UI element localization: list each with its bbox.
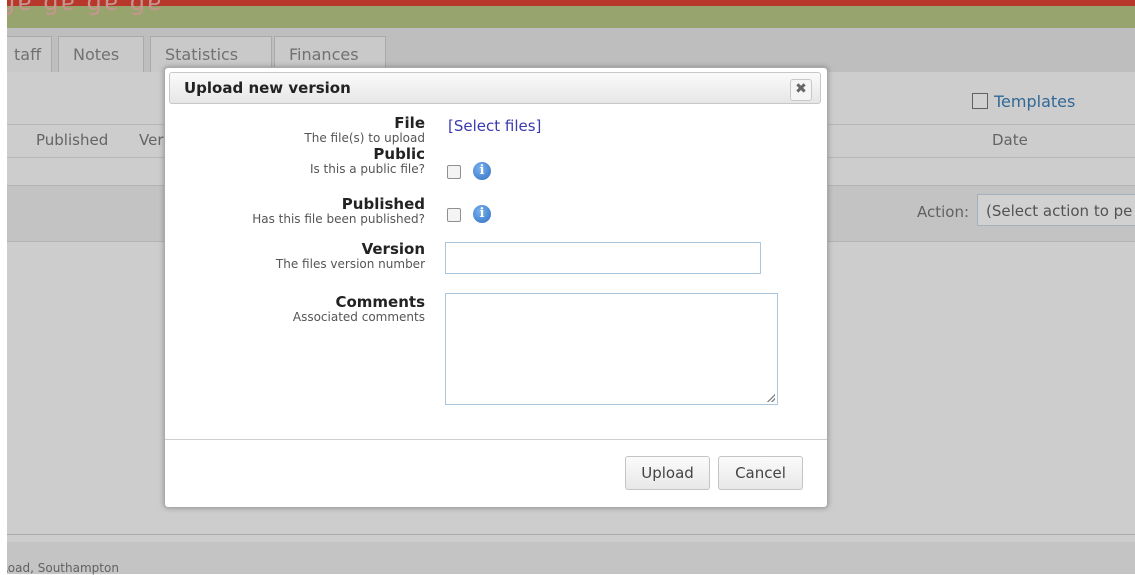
public-checkbox[interactable] — [447, 165, 461, 179]
published-label: Published Has this file been published? — [252, 196, 425, 226]
comments-label-hint: Associated comments — [292, 310, 425, 324]
version-label: Version The files version number — [276, 241, 425, 271]
published-label-hint: Has this file been published? — [252, 212, 425, 226]
public-label-hint: Is this a public file? — [309, 162, 425, 176]
upload-dialog: Upload new version ✖ File The file(s) to… — [164, 67, 828, 508]
public-label: Public Is this a public file? — [310, 146, 425, 176]
published-checkbox[interactable] — [447, 208, 461, 222]
cancel-button[interactable]: Cancel — [718, 456, 803, 490]
public-label-title: Public — [373, 145, 425, 163]
comments-label: Comments Associated comments — [293, 294, 425, 324]
file-label-hint: The file(s) to upload — [304, 131, 425, 145]
comments-label-title: Comments — [335, 293, 425, 311]
select-files-link[interactable]: [Select files] — [448, 117, 541, 135]
file-label-title: File — [394, 114, 425, 132]
published-info-icon[interactable]: i — [473, 205, 491, 223]
version-label-title: Version — [361, 240, 425, 258]
dialog-title: Upload new version — [184, 79, 351, 97]
public-info-icon[interactable]: i — [473, 162, 491, 180]
file-label: File The file(s) to upload — [304, 115, 425, 145]
version-label-hint: The files version number — [275, 257, 425, 271]
resize-grip-icon[interactable] — [767, 394, 775, 402]
left-edge — [0, 0, 7, 574]
dialog-titlebar: Upload new version ✖ — [169, 72, 821, 104]
version-input[interactable] — [445, 242, 761, 274]
close-icon[interactable]: ✖ — [790, 79, 812, 101]
upload-button[interactable]: Upload — [625, 456, 710, 490]
dialog-divider — [165, 439, 827, 440]
published-label-title: Published — [341, 195, 425, 213]
comments-textarea[interactable] — [445, 293, 778, 405]
